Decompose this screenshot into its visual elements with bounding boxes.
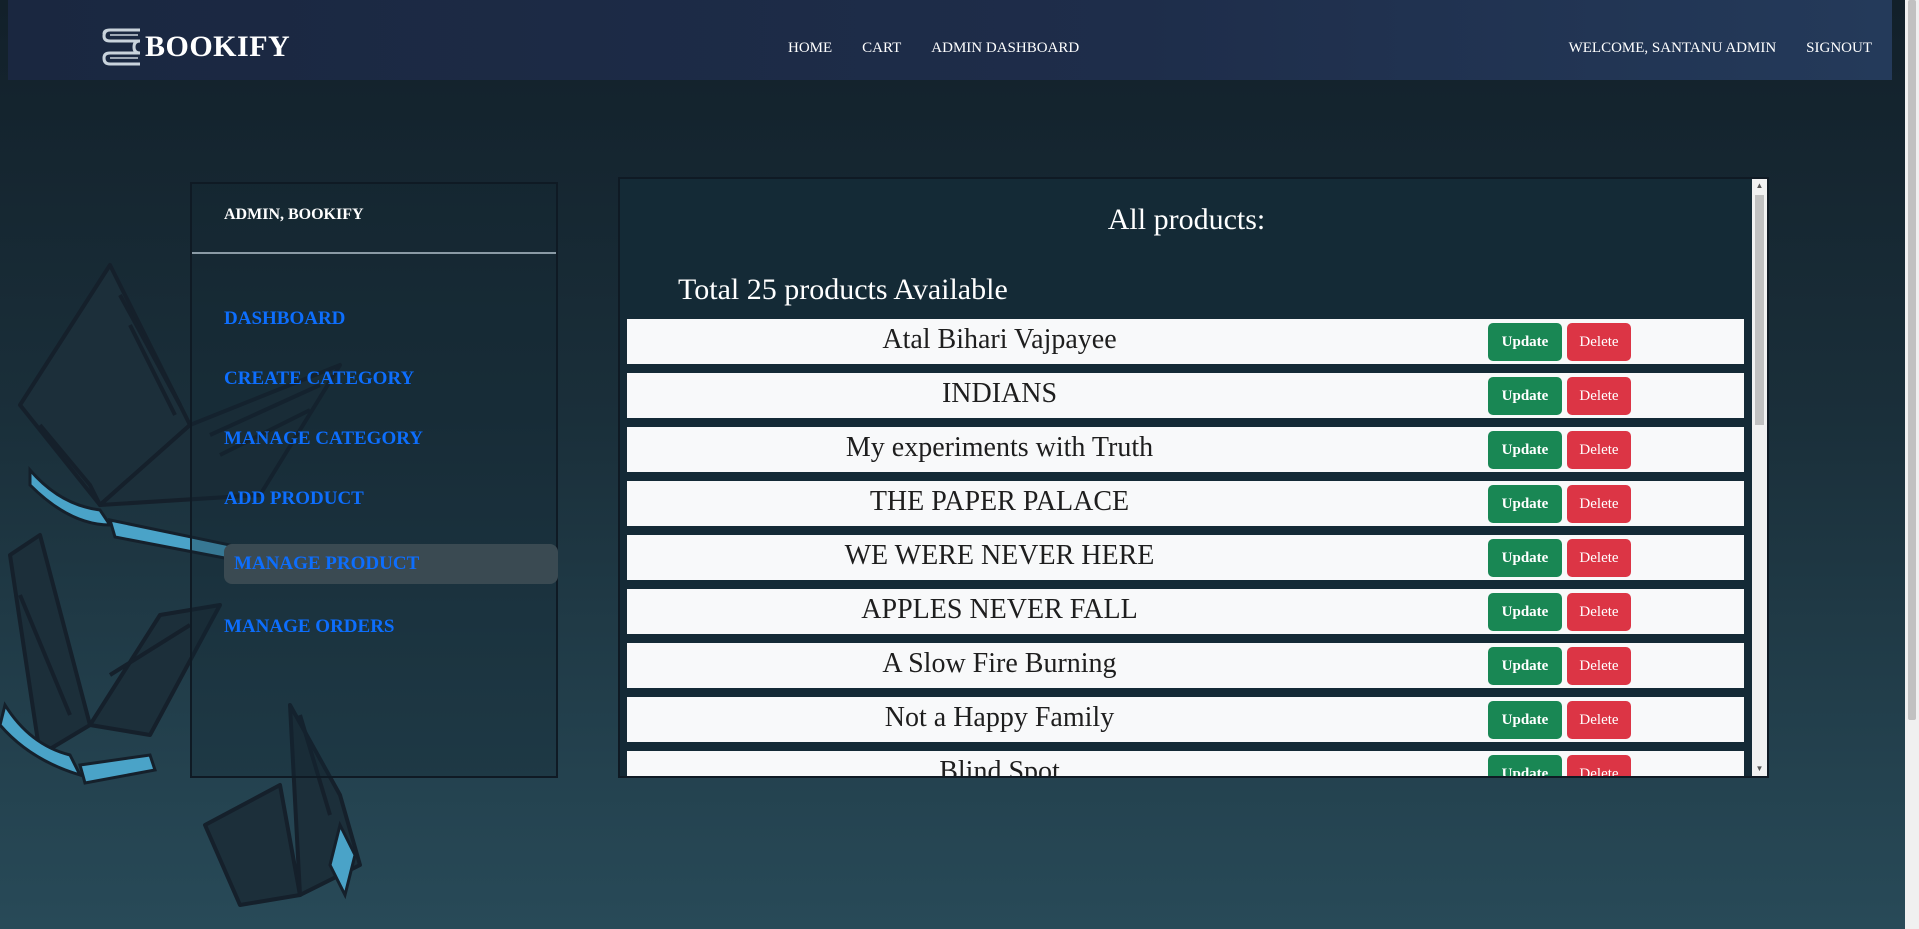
product-row: A Slow Fire Burning Update Delete <box>627 643 1744 688</box>
product-row: My experiments with Truth Update Delete <box>627 427 1744 472</box>
product-row: Atal Bihari Vajpayee Update Delete <box>627 319 1744 364</box>
delete-button[interactable]: Delete <box>1567 485 1631 523</box>
product-row: INDIANS Update Delete <box>627 373 1744 418</box>
update-button[interactable]: Update <box>1488 647 1562 685</box>
update-button[interactable]: Update <box>1488 755 1562 776</box>
sidebar-item-dashboard[interactable]: DASHBOARD <box>224 308 345 330</box>
product-name: APPLES NEVER FALL <box>861 594 1138 625</box>
books-stack-icon <box>102 28 141 66</box>
product-name: Blind Spot <box>939 756 1060 778</box>
product-row: APPLES NEVER FALL Update Delete <box>627 589 1744 634</box>
product-name: My experiments with Truth <box>845 432 1154 463</box>
product-name: WE WERE NEVER HERE <box>844 540 1155 571</box>
sidebar-item-create-category[interactable]: CREATE CATEGORY <box>224 368 414 390</box>
product-name: A Slow Fire Burning <box>882 648 1117 679</box>
scroll-up-arrow-icon[interactable]: ▲ <box>1752 179 1767 193</box>
brand-name: BOOKIFY <box>145 30 291 63</box>
product-name: INDIANS <box>941 378 1058 409</box>
nav-home[interactable]: HOME <box>788 40 832 57</box>
page-scroll-thumb[interactable] <box>1908 0 1916 720</box>
delete-button[interactable]: Delete <box>1567 701 1631 739</box>
brand-logo[interactable]: BOOKIFY <box>100 28 290 66</box>
update-button[interactable]: Update <box>1488 323 1562 361</box>
product-name: Atal Bihari Vajpayee <box>882 324 1117 355</box>
product-row: THE PAPER PALACE Update Delete <box>627 481 1744 526</box>
admin-sidebar: ADMIN, BOOKIFY DASHBOARD CREATE CATEGORY… <box>190 182 558 778</box>
nav-cart[interactable]: CART <box>862 40 901 57</box>
welcome-user-link[interactable]: WELCOME, SANTANU ADMIN <box>1569 40 1777 57</box>
update-button[interactable]: Update <box>1488 485 1562 523</box>
delete-button[interactable]: Delete <box>1567 647 1631 685</box>
main-nav: HOME CART ADMIN DASHBOARD <box>788 40 1079 57</box>
update-button[interactable]: Update <box>1488 593 1562 631</box>
product-name: THE PAPER PALACE <box>869 486 1130 517</box>
product-row: Not a Happy Family Update Delete <box>627 697 1744 742</box>
update-button[interactable]: Update <box>1488 539 1562 577</box>
delete-button[interactable]: Delete <box>1567 377 1631 415</box>
update-button[interactable]: Update <box>1488 701 1562 739</box>
product-count-text: Total 25 products Available <box>678 273 1008 306</box>
signout-link[interactable]: SIGNOUT <box>1806 40 1872 57</box>
page-scrollbar[interactable] <box>1905 0 1919 929</box>
sidebar-item-manage-orders[interactable]: MANAGE ORDERS <box>224 616 394 638</box>
panel-scroll-thumb[interactable] <box>1755 195 1764 425</box>
panel-scrollbar[interactable]: ▲ ▼ <box>1752 179 1767 776</box>
products-panel: All products: Total 25 products Availabl… <box>618 177 1769 778</box>
sidebar-item-add-product[interactable]: ADD PRODUCT <box>224 488 364 510</box>
delete-button[interactable]: Delete <box>1567 755 1631 776</box>
delete-button[interactable]: Delete <box>1567 431 1631 469</box>
nav-admin-dashboard[interactable]: ADMIN DASHBOARD <box>931 40 1079 57</box>
update-button[interactable]: Update <box>1488 377 1562 415</box>
sidebar-item-manage-category[interactable]: MANAGE CATEGORY <box>224 428 423 450</box>
user-nav: WELCOME, SANTANU ADMIN SIGNOUT <box>1569 40 1872 57</box>
delete-button[interactable]: Delete <box>1567 323 1631 361</box>
scroll-down-arrow-icon[interactable]: ▼ <box>1752 762 1767 776</box>
sidebar-header: ADMIN, BOOKIFY <box>192 184 556 254</box>
delete-button[interactable]: Delete <box>1567 539 1631 577</box>
product-name: Not a Happy Family <box>884 702 1115 733</box>
page-title: All products: <box>1107 203 1266 236</box>
product-row: Blind Spot Update Delete <box>627 751 1744 778</box>
product-row: WE WERE NEVER HERE Update Delete <box>627 535 1744 580</box>
sidebar-item-manage-product[interactable]: MANAGE PRODUCT <box>224 544 558 584</box>
top-navbar: BOOKIFY HOME CART ADMIN DASHBOARD WELCOM… <box>8 0 1892 80</box>
delete-button[interactable]: Delete <box>1567 593 1631 631</box>
update-button[interactable]: Update <box>1488 431 1562 469</box>
